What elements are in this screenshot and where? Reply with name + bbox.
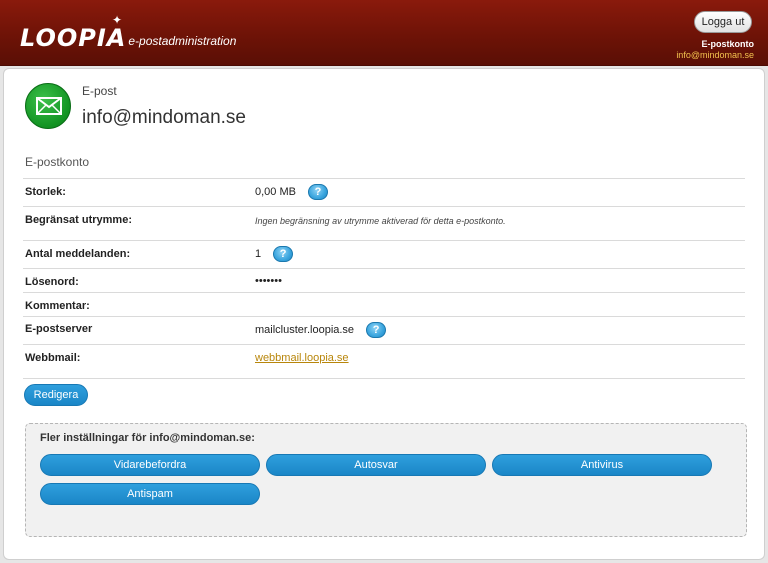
- message-count: 1: [255, 248, 262, 260]
- webmail-link[interactable]: webbmail.loopia.se: [255, 352, 349, 364]
- loopia-logo[interactable]: LOOPIA ✦ e-postadministration: [20, 14, 237, 52]
- row-epostserver: E-postserver mailcluster.loopia.se ?: [23, 316, 745, 344]
- row-webbmail: Webbmail: webbmail.loopia.se: [23, 344, 745, 379]
- row-value: 1 ?: [255, 246, 294, 262]
- row-label: Lösenord:: [25, 276, 79, 288]
- edit-button[interactable]: Redigera: [24, 384, 88, 406]
- row-antal-meddelanden: Antal meddelanden: 1 ?: [23, 240, 745, 268]
- antispam-button[interactable]: Antispam: [40, 483, 260, 505]
- app-header: LOOPIA ✦ e-postadministration Logga ut E…: [0, 0, 768, 66]
- logo-star-icon: ✦: [112, 13, 123, 27]
- help-icon[interactable]: ?: [307, 184, 328, 200]
- row-label: Antal meddelanden:: [25, 248, 131, 260]
- row-label: Kommentar:: [25, 300, 90, 312]
- quota-note: Ingen begränsning av utrymme aktiverad f…: [255, 216, 506, 226]
- antivirus-button[interactable]: Antivirus: [492, 454, 712, 476]
- logout-button[interactable]: Logga ut: [694, 11, 752, 33]
- row-label: E-postserver: [25, 323, 93, 335]
- row-begransat-utrymme: Begränsat utrymme: Ingen begränsning av …: [23, 206, 745, 240]
- page-type-label: E-post: [82, 84, 117, 98]
- section-title: E-postkonto: [25, 155, 90, 169]
- row-label: Storlek:: [25, 186, 66, 198]
- main-panel: E-post info@mindoman.se E-postkonto Stor…: [3, 68, 765, 560]
- help-icon[interactable]: ?: [273, 246, 294, 262]
- row-storlek: Storlek: 0,00 MB ?: [23, 178, 745, 206]
- server-value: mailcluster.loopia.se: [255, 324, 355, 336]
- envelope-icon: [25, 83, 71, 129]
- autoreply-button[interactable]: Autosvar: [266, 454, 486, 476]
- row-label: Begränsat utrymme:: [25, 214, 132, 226]
- logo-wordmark: LOOPIA: [20, 24, 127, 52]
- account-email: info@mindoman.se: [676, 50, 754, 60]
- row-value: 0,00 MB ?: [255, 184, 328, 200]
- page-title: info@mindoman.se: [82, 107, 246, 128]
- more-settings-title: Fler inställningar för info@mindoman.se:: [40, 432, 255, 444]
- row-losenord: Lösenord: •••••••: [23, 268, 745, 292]
- row-kommentar: Kommentar:: [23, 292, 745, 316]
- more-settings-box: Fler inställningar för info@mindoman.se:…: [25, 423, 747, 537]
- account-label: E-postkonto: [701, 39, 755, 49]
- row-value: webbmail.loopia.se: [255, 352, 349, 364]
- logo-subtitle: e-postadministration: [128, 34, 237, 48]
- help-icon[interactable]: ?: [366, 322, 387, 338]
- forward-button[interactable]: Vidarebefordra: [40, 454, 260, 476]
- size-value: 0,00 MB: [255, 186, 296, 198]
- row-label: Webbmail:: [25, 352, 81, 364]
- password-value: •••••••: [255, 275, 282, 287]
- row-value: mailcluster.loopia.se ?: [255, 322, 387, 338]
